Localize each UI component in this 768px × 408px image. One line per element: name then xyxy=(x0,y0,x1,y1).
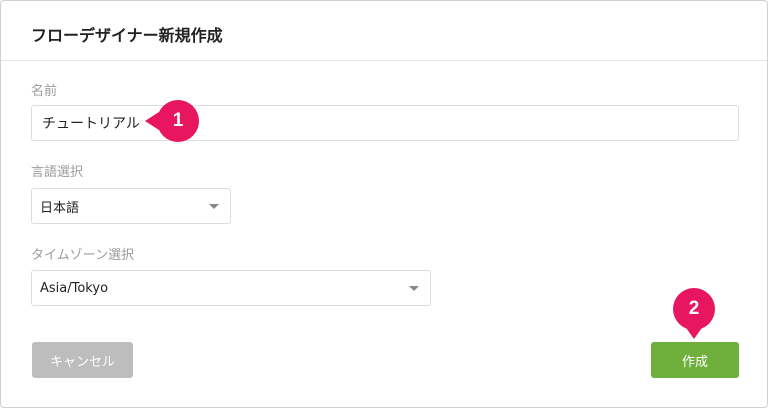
name-label: 名前 xyxy=(31,84,58,99)
annotation-badge-1: 1 xyxy=(157,100,199,142)
chevron-down-icon xyxy=(209,204,219,209)
language-label: 言語選択 xyxy=(31,165,84,180)
header-divider xyxy=(1,60,767,61)
chevron-down-icon xyxy=(409,286,419,291)
name-field-value: チュートリアル xyxy=(42,116,140,132)
dialog-title: フローデザイナー新規作成 xyxy=(31,26,223,45)
language-select-value: 日本語 xyxy=(40,200,80,216)
timezone-label: タイムゾーン選択 xyxy=(31,248,135,263)
create-button[interactable]: 作成 xyxy=(651,342,739,378)
timezone-select-value: Asia/Tokyo xyxy=(40,280,109,296)
language-select[interactable]: 日本語 xyxy=(31,188,231,224)
name-field[interactable]: チュートリアル xyxy=(31,105,739,141)
flow-designer-create-dialog: フローデザイナー新規作成 名前 チュートリアル 言語選択 日本語 タイムゾーン選… xyxy=(0,0,768,408)
annotation-badge-2: 2 xyxy=(673,288,715,330)
timezone-select[interactable]: Asia/Tokyo xyxy=(31,270,431,306)
cancel-button[interactable]: キャンセル xyxy=(32,342,133,378)
annotation-2-pointer xyxy=(684,325,704,339)
